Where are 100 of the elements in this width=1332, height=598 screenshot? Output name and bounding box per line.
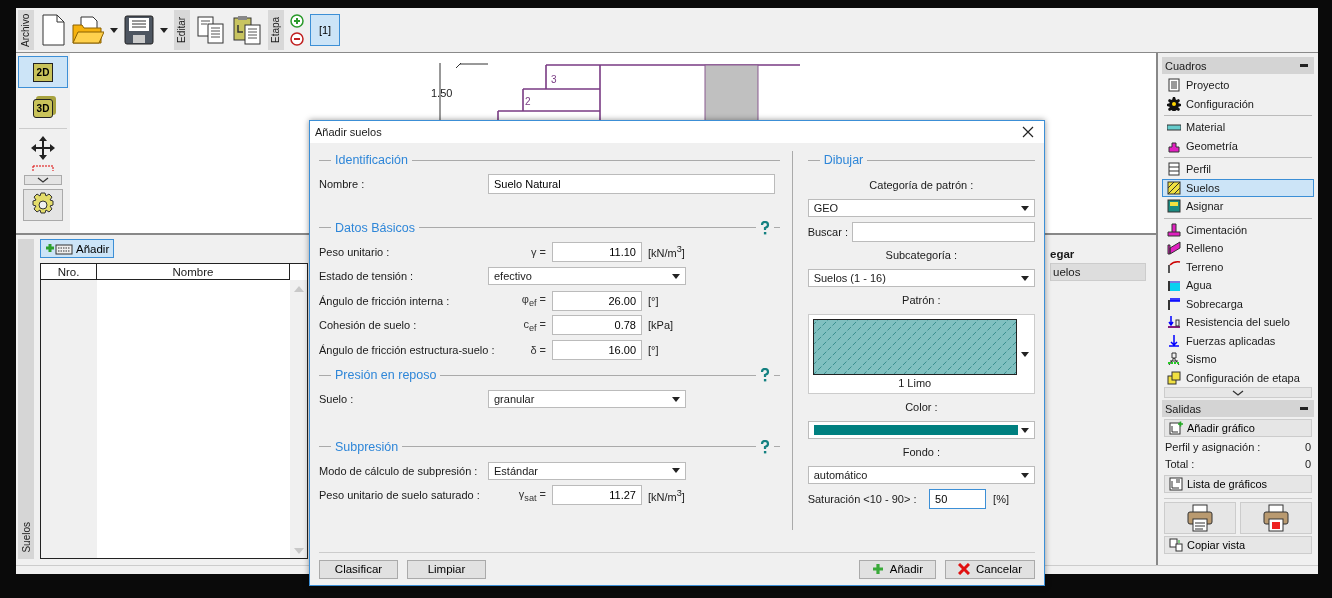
copy-icon[interactable] <box>196 15 226 45</box>
panel-item[interactable]: Agua <box>1162 276 1314 295</box>
color-dropdown[interactable] <box>807 421 1035 439</box>
unit-label: [kN/m$^{3}$] <box>648 487 685 503</box>
caret-icon <box>1021 427 1029 433</box>
symbol-label: γ = <box>531 245 546 258</box>
panel-item[interactable]: Suelos <box>1162 178 1314 197</box>
settings-button[interactable] <box>23 189 63 221</box>
caret-icon <box>672 468 680 474</box>
unit-label: [°] <box>648 343 659 356</box>
panel-item[interactable]: Cimentación <box>1162 220 1314 239</box>
close-icon[interactable] <box>1022 126 1034 138</box>
dimension-label: 1.50 <box>431 87 453 99</box>
caret-icon <box>1021 472 1029 478</box>
panel-item[interactable]: Material <box>1162 118 1314 137</box>
panel-item[interactable]: Terreno <box>1162 257 1314 276</box>
print-button[interactable] <box>1164 502 1236 534</box>
plus-icon[interactable] <box>290 14 304 28</box>
name-field[interactable]: Suelo Natural <box>488 174 775 195</box>
dialog-title: Añadir suelos <box>315 126 382 138</box>
number-field[interactable]: 26.00 <box>552 290 642 311</box>
add-button[interactable]: Añadir <box>40 239 115 258</box>
minus-icon[interactable] <box>290 32 304 46</box>
pattern-dropdown[interactable]: 1 Limo <box>807 314 1035 394</box>
selection-icon <box>32 165 54 171</box>
panel-item[interactable]: Resistencia del suelo <box>1162 313 1314 332</box>
scroll-down-icon <box>293 548 304 554</box>
dropdown[interactable]: GEO <box>807 199 1035 217</box>
print-button[interactable] <box>1240 502 1312 534</box>
unit-label: [%] <box>993 493 1009 505</box>
view-button[interactable]: 3D <box>18 92 68 124</box>
help-icon[interactable] <box>759 220 770 235</box>
panel-button[interactable]: Lista de gráficos <box>1164 475 1312 493</box>
caret-icon <box>1021 205 1029 211</box>
dropdown[interactable]: Estándar <box>488 461 686 480</box>
water-icon <box>1167 278 1181 293</box>
pattern-name: 1 Limo <box>898 377 932 389</box>
footer-button[interactable]: Clasificar <box>319 559 398 579</box>
column-header[interactable]: Nro. <box>41 264 97 280</box>
dropdown[interactable]: efectivo <box>488 267 686 286</box>
search-field[interactable] <box>852 222 1035 242</box>
panel-item[interactable]: Geometría <box>1162 136 1314 155</box>
panel-item[interactable]: Configuración <box>1162 94 1314 113</box>
unit-label: [°] <box>648 294 659 307</box>
section-title: Identificación <box>335 153 408 167</box>
cancel-button[interactable]: Cancelar <box>944 559 1035 579</box>
panel-item[interactable]: Sismo <box>1162 350 1314 369</box>
document-icon <box>40 14 66 46</box>
saturation-field[interactable]: 50 <box>929 489 987 509</box>
clipboard-icon[interactable] <box>232 15 262 45</box>
column-header[interactable]: Nombre <box>97 264 290 280</box>
caret-icon <box>110 27 118 33</box>
caret-icon <box>160 27 168 33</box>
panel-item[interactable]: Proyecto <box>1162 76 1314 95</box>
footing-icon <box>1167 222 1181 237</box>
list-item[interactable]: uelos <box>1050 263 1146 281</box>
panel-item[interactable]: Perfil <box>1162 160 1314 179</box>
dropdown[interactable]: Suelos (1 - 16) <box>807 269 1035 287</box>
dropdown[interactable]: automático <box>807 466 1035 484</box>
scroll-up-icon <box>293 286 304 292</box>
stage-button[interactable]: [1] <box>310 14 340 46</box>
panel-tab[interactable]: Suelos <box>20 522 32 553</box>
panel-item[interactable]: Asignar <box>1162 197 1314 216</box>
scrollbar[interactable] <box>290 280 307 558</box>
view-button[interactable]: 2D <box>18 56 68 88</box>
hatched-square-icon <box>1167 180 1181 195</box>
symbol-label: γ$_{sat}$ = <box>518 487 546 503</box>
field-label: Suelo : <box>319 393 355 406</box>
panel-item[interactable]: Relleno <box>1162 239 1314 258</box>
stat-value: 0 <box>1304 441 1311 454</box>
unit-label: [kN/m$^{3}$] <box>648 244 685 260</box>
panel-title: Cuadros <box>1165 59 1207 72</box>
add-button[interactable]: Añadir <box>858 559 936 579</box>
help-icon[interactable] <box>759 368 770 382</box>
symbol-label: φ$_{ef}$ = <box>521 293 546 309</box>
layer-number: 2 <box>525 96 531 107</box>
plus-icon <box>871 563 884 575</box>
footer-button[interactable]: Limpiar <box>407 559 486 579</box>
panel-item[interactable]: Sobrecarga <box>1162 294 1314 313</box>
panel-item[interactable]: Configuración de etapa <box>1162 368 1314 387</box>
chart-add-icon <box>1169 421 1183 435</box>
move-icon[interactable] <box>30 135 56 161</box>
folder-icon[interactable] <box>72 15 104 45</box>
number-field[interactable]: 16.00 <box>552 339 642 360</box>
panel-item[interactable]: Fuerzas aplicadas <box>1162 331 1314 350</box>
layer-number: 3 <box>551 74 557 85</box>
number-field[interactable]: 0.78 <box>552 315 642 336</box>
chevron-icon <box>37 177 49 183</box>
stat-value: 0 <box>1304 458 1311 471</box>
number-field[interactable]: 11.27 <box>552 485 642 506</box>
expand-button[interactable] <box>24 175 62 185</box>
toolbar-group-label: Archivo <box>18 10 34 50</box>
number-field[interactable]: 11.10 <box>552 241 642 262</box>
field-label: Patrón : <box>901 293 942 308</box>
panel-button[interactable]: Añadir gráfico <box>1164 419 1312 437</box>
collapse-icon <box>1300 407 1308 410</box>
dropdown[interactable]: granular <box>488 390 686 409</box>
panel-button[interactable]: Copiar vista <box>1164 536 1312 554</box>
help-icon[interactable] <box>759 439 770 454</box>
caret-icon <box>672 396 680 402</box>
